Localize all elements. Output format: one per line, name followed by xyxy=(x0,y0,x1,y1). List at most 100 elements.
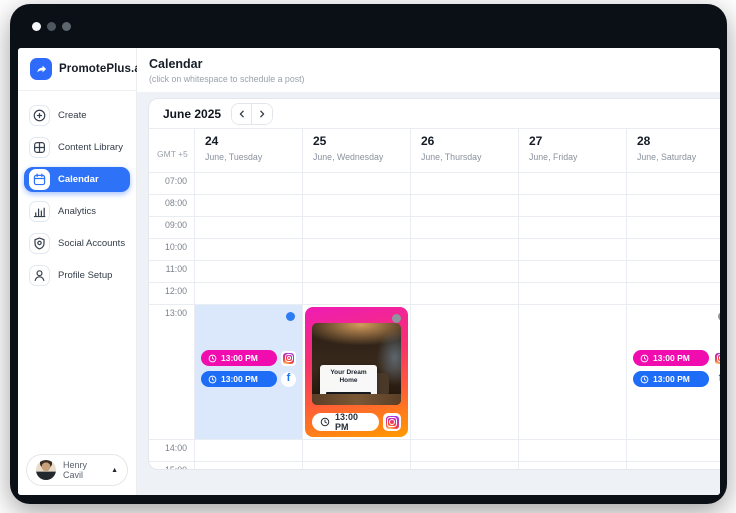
month-label: June 2025 xyxy=(163,107,221,121)
calendar-icon xyxy=(29,169,50,190)
calendar-cell[interactable] xyxy=(411,239,519,260)
day-number: 28 xyxy=(637,134,720,148)
calendar-cell[interactable] xyxy=(519,261,627,282)
calendar-cell-fri-1300[interactable] xyxy=(519,305,627,439)
instagram-icon xyxy=(383,413,401,431)
timezone-label: GMT +5 xyxy=(149,129,194,172)
scheduled-post-instagram[interactable]: 13:00 PM xyxy=(633,350,720,366)
sidebar-item-label: Analytics xyxy=(58,206,96,217)
calendar-cell[interactable] xyxy=(195,462,303,470)
sidebar-item-calendar[interactable]: Calendar xyxy=(24,167,130,192)
scheduled-post-preview[interactable]: Your Dream Home Deals You In 2023 Prime … xyxy=(305,307,408,437)
calendar-cell[interactable] xyxy=(627,261,720,282)
bar-chart-icon xyxy=(29,201,50,222)
calendar-cell[interactable] xyxy=(627,440,720,461)
calendar-cell[interactable] xyxy=(627,239,720,260)
window-dot-close[interactable] xyxy=(32,22,41,31)
day-header-row: GMT +5 24 June, Tuesday 25 June, Wednesd… xyxy=(149,129,720,173)
calendar-cell[interactable] xyxy=(519,283,627,304)
calendar-cell[interactable] xyxy=(411,462,519,470)
time-row-1300: 13:00 13:00 PM xyxy=(149,305,720,440)
scheduled-post-instagram[interactable]: 13:00 PM xyxy=(201,350,296,366)
time-row-0900: 09:00 xyxy=(149,217,720,239)
calendar-cell[interactable] xyxy=(519,440,627,461)
calendar-cell[interactable] xyxy=(303,261,411,282)
calendar-cell[interactable] xyxy=(411,217,519,238)
window-titlebar xyxy=(10,4,727,48)
facebook-icon: f xyxy=(281,372,296,387)
status-dot-blue xyxy=(286,312,295,321)
calendar-cell[interactable] xyxy=(519,462,627,470)
scheduled-post-facebook[interactable]: 13:00 PM f xyxy=(201,371,296,387)
sidebar-item-social-accounts[interactable]: Social Accounts xyxy=(24,231,130,256)
prev-month-button[interactable] xyxy=(232,104,252,124)
calendar-cell-wed-1300[interactable]: Your Dream Home Deals You In 2023 Prime … xyxy=(303,305,411,439)
calendar-cell[interactable] xyxy=(411,173,519,194)
calendar-cell[interactable] xyxy=(195,239,303,260)
time-pill: 13:00 PM xyxy=(633,371,709,387)
calendar-cell[interactable] xyxy=(411,283,519,304)
sidebar-item-create[interactable]: Create xyxy=(24,103,130,128)
time-row-1200: 12:00 xyxy=(149,283,720,305)
calendar-cell[interactable] xyxy=(411,195,519,216)
calendar-cell[interactable] xyxy=(411,440,519,461)
sidebar-item-label: Profile Setup xyxy=(58,270,112,281)
post-time: 13:00 PM xyxy=(653,374,690,384)
day-number: 25 xyxy=(313,134,410,148)
window-frame: PromotePlus.ai Create Content Library xyxy=(10,4,727,504)
calendar-cell[interactable] xyxy=(303,462,411,470)
time-pill: 13:00 PM xyxy=(201,350,277,366)
time-label: 13:00 xyxy=(149,305,194,318)
calendar-cell-tue-1300[interactable]: 13:00 PM 13:00 PM xyxy=(195,305,303,439)
scheduled-post-facebook[interactable]: 13:00 PM f xyxy=(633,371,720,387)
calendar-cell[interactable] xyxy=(195,261,303,282)
calendar-cell[interactable] xyxy=(303,440,411,461)
calendar-cell[interactable] xyxy=(627,217,720,238)
calendar-cell[interactable] xyxy=(411,261,519,282)
caret-up-icon: ▲ xyxy=(111,467,118,474)
post-footer: 13:00 PM xyxy=(312,413,401,431)
time-row-0800: 08:00 xyxy=(149,195,720,217)
calendar-cell[interactable] xyxy=(195,173,303,194)
calendar-cell[interactable] xyxy=(303,283,411,304)
time-row-1000: 10:00 xyxy=(149,239,720,261)
calendar-cell[interactable] xyxy=(519,195,627,216)
time-label: 15:00 xyxy=(149,462,194,470)
calendar-cell[interactable] xyxy=(519,217,627,238)
page-subtitle: (click on whitespace to schedule a post) xyxy=(149,74,720,84)
calendar-cell[interactable] xyxy=(627,173,720,194)
window-dot-minimize[interactable] xyxy=(47,22,56,31)
sidebar-item-analytics[interactable]: Analytics xyxy=(24,199,130,224)
calendar-cell[interactable] xyxy=(303,195,411,216)
calendar-cell[interactable] xyxy=(195,440,303,461)
user-menu[interactable]: Henry Cavil ▲ xyxy=(26,454,128,486)
calendar-cell[interactable] xyxy=(303,173,411,194)
user-name: Henry Cavil xyxy=(63,460,104,480)
time-row-1100: 11:00 xyxy=(149,261,720,283)
calendar-cell[interactable] xyxy=(195,195,303,216)
calendar-cell-sat-1300[interactable]: 13:00 PM 13:00 PM xyxy=(627,305,720,439)
instagram-icon xyxy=(713,351,720,366)
sidebar-item-profile-setup[interactable]: Profile Setup xyxy=(24,263,130,288)
window-dot-maximize[interactable] xyxy=(62,22,71,31)
sidebar-item-content-library[interactable]: Content Library xyxy=(24,135,130,160)
plus-circle-icon xyxy=(29,105,50,126)
instagram-icon xyxy=(281,351,296,366)
calendar-cell[interactable] xyxy=(195,283,303,304)
day-label: June, Wednesday xyxy=(313,152,410,162)
calendar-cell[interactable] xyxy=(303,239,411,260)
calendar-cell[interactable] xyxy=(519,239,627,260)
post-time: 13:00 PM xyxy=(221,374,258,384)
calendar-cell[interactable] xyxy=(195,217,303,238)
calendar-cell[interactable] xyxy=(519,173,627,194)
time-label: 12:00 xyxy=(149,283,194,296)
sidebar-nav: Create Content Library Calendar xyxy=(18,91,136,454)
calendar-cell-thu-1300[interactable] xyxy=(411,305,519,439)
calendar-cell[interactable] xyxy=(303,217,411,238)
calendar-cell[interactable] xyxy=(627,462,720,470)
ad-title: Your Dream Home xyxy=(323,369,374,385)
calendar-cell[interactable] xyxy=(627,283,720,304)
time-label: 07:00 xyxy=(149,173,194,186)
calendar-cell[interactable] xyxy=(627,195,720,216)
next-month-button[interactable] xyxy=(252,104,272,124)
